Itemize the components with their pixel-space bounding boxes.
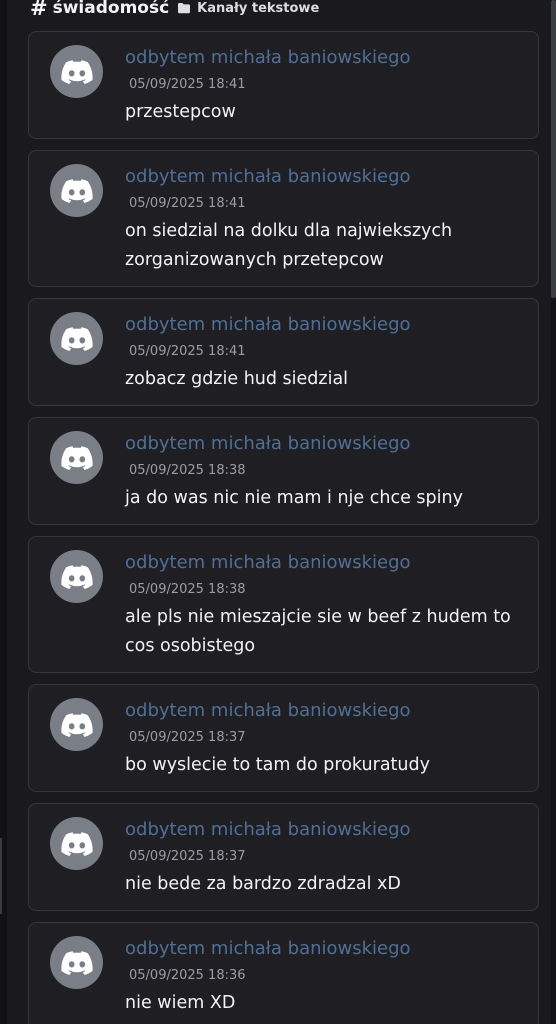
message-timestamp: 05/09/2025 18:37 bbox=[129, 849, 246, 864]
message-author[interactable]: odbytem michała baniowskiego bbox=[125, 697, 524, 725]
channel-header: # świadomość Kanały tekstowe bbox=[30, 0, 319, 21]
message-author[interactable]: odbytem michała baniowskiego bbox=[125, 549, 524, 577]
discord-logo-icon[interactable] bbox=[50, 817, 103, 870]
message-timestamp: 05/09/2025 18:41 bbox=[129, 77, 246, 92]
message-text: nie bede za bardzo zdradzal xD bbox=[125, 874, 401, 894]
message-card[interactable]: odbytem michała baniowskiego 05/09/2025 1… bbox=[28, 803, 539, 911]
message-timestamp: 05/09/2025 18:37 bbox=[129, 730, 246, 745]
message-author[interactable]: odbytem michała baniowskiego bbox=[125, 816, 524, 844]
message-text: zobacz gdzie hud siedzial bbox=[125, 369, 349, 389]
message-author[interactable]: odbytem michała baniowskiego bbox=[125, 430, 524, 458]
scrollbar-thumb[interactable] bbox=[551, 0, 556, 298]
discord-logo-icon[interactable] bbox=[50, 45, 103, 98]
message-author[interactable]: odbytem michała baniowskiego bbox=[125, 163, 524, 191]
discord-logo-icon[interactable] bbox=[50, 431, 103, 484]
folder-icon bbox=[178, 3, 191, 14]
message-card[interactable]: odbytem michała baniowskiego 05/09/2025 1… bbox=[28, 31, 539, 139]
chat-export-view: # świadomość Kanały tekstowe odbytem mic… bbox=[0, 0, 556, 1024]
message-card[interactable]: odbytem michała baniowskiego 05/09/2025 1… bbox=[28, 684, 539, 792]
message-text: ja do was nic nie mam i nje chce spiny bbox=[125, 488, 463, 508]
left-resize-handle[interactable] bbox=[0, 838, 2, 914]
message-text: ale pls nie mieszajcie sie w beef z hude… bbox=[125, 607, 511, 656]
channel-hash-icon: # bbox=[30, 0, 48, 20]
message-author[interactable]: odbytem michała baniowskiego bbox=[125, 935, 524, 963]
message-timestamp: 05/09/2025 18:38 bbox=[129, 463, 246, 478]
message-card[interactable]: odbytem michała baniowskiego 05/09/2025 1… bbox=[28, 298, 539, 406]
message-card[interactable]: odbytem michała baniowskiego 05/09/2025 1… bbox=[28, 417, 539, 525]
message-timestamp: 05/09/2025 18:36 bbox=[129, 968, 246, 983]
category-name: Kanały tekstowe bbox=[197, 0, 320, 16]
discord-logo-icon[interactable] bbox=[50, 312, 103, 365]
message-text: on siedzial na dolku dla najwiekszych zo… bbox=[125, 221, 453, 270]
message-text: nie wiem XD bbox=[125, 993, 236, 1013]
message-card[interactable]: odbytem michała baniowskiego 05/09/2025 1… bbox=[28, 150, 539, 287]
message-author[interactable]: odbytem michała baniowskiego bbox=[125, 44, 524, 72]
message-author[interactable]: odbytem michała baniowskiego bbox=[125, 311, 524, 339]
discord-logo-icon[interactable] bbox=[50, 164, 103, 217]
message-text: bo wyslecie to tam do prokuratudy bbox=[125, 755, 430, 775]
message-timestamp: 05/09/2025 18:41 bbox=[129, 344, 246, 359]
channel-name: świadomość bbox=[52, 0, 170, 18]
discord-logo-icon[interactable] bbox=[50, 550, 103, 603]
scrollbar-track[interactable] bbox=[551, 0, 556, 1024]
message-text: przestepcow bbox=[125, 102, 236, 122]
message-timestamp: 05/09/2025 18:38 bbox=[129, 582, 246, 597]
message-card[interactable]: odbytem michała baniowskiego 05/09/2025 1… bbox=[28, 922, 539, 1024]
message-card[interactable]: odbytem michała baniowskiego 05/09/2025 1… bbox=[28, 536, 539, 673]
discord-logo-icon[interactable] bbox=[50, 936, 103, 989]
message-timestamp: 05/09/2025 18:41 bbox=[129, 196, 246, 211]
message-list: odbytem michała baniowskiego 05/09/2025 1… bbox=[28, 31, 539, 1024]
discord-logo-icon[interactable] bbox=[50, 698, 103, 751]
